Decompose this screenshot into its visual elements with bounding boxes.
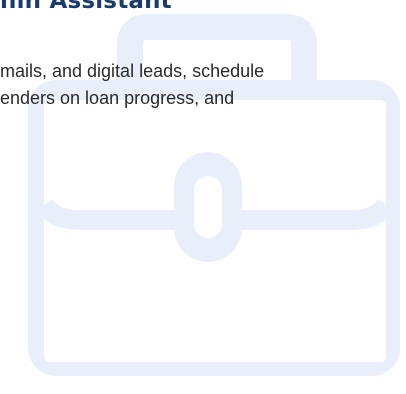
description-line: enders on loan progress, and <box>0 88 235 108</box>
description-line: mails, and digital leads, schedule <box>0 61 265 81</box>
card-description: mails, and digital leads, schedule ender… <box>0 58 390 112</box>
service-card: hin Assistant mails, and digital leads, … <box>0 0 406 394</box>
card-title: hin Assistant <box>0 0 172 14</box>
